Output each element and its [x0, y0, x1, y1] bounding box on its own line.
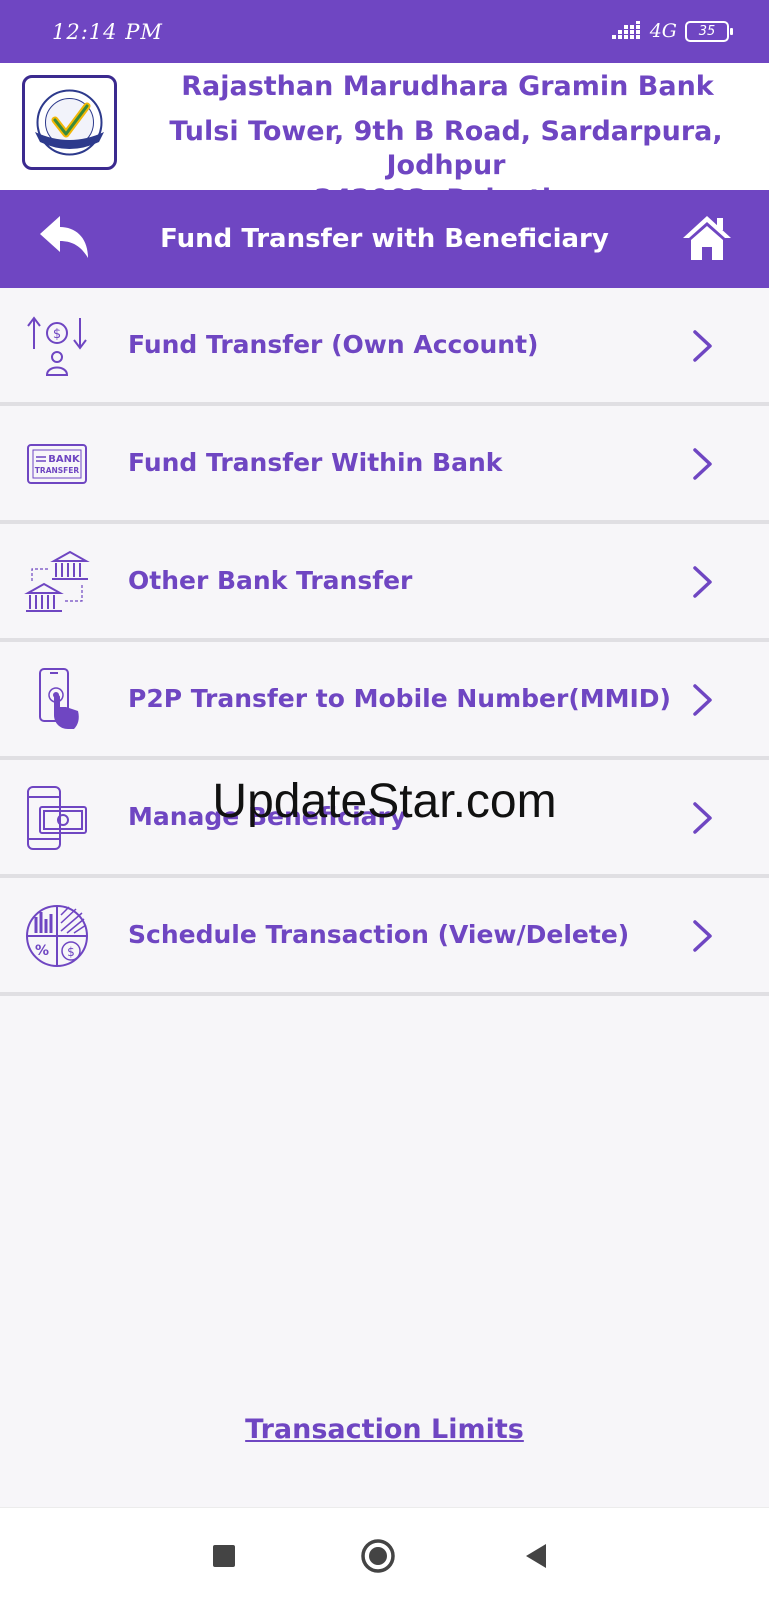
bank-logo-icon [35, 89, 104, 156]
bank-address-line1: Tulsi Tower, 9th B Road, Sardarpura, Jod… [169, 116, 723, 181]
menu-item-within-bank-transfer[interactable]: BANK TRANSFER Fund Transfer Within Bank [0, 406, 769, 524]
chevron-right-icon [693, 330, 712, 362]
bank-transfer-icon-text-1: BANK [48, 454, 81, 465]
title-bar: Fund Transfer with Beneficiary [0, 190, 769, 288]
home-icon [683, 216, 731, 260]
menu-item-label: Fund Transfer (Own Account) [128, 330, 539, 359]
menu-item-own-account-transfer[interactable]: $ Fund Transfer (Own Account) [0, 288, 769, 406]
bank-transfer-icon: BANK TRANSFER [27, 444, 87, 484]
chevron-right-icon [693, 684, 712, 716]
page-title: Fund Transfer with Beneficiary [160, 224, 609, 254]
bank-logo [22, 75, 117, 170]
menu-item-other-bank-transfer[interactable]: Other Bank Transfer [0, 524, 769, 642]
watermark-text: UpdateStar.com [212, 775, 557, 828]
status-indicators: 4G 35 [611, 20, 733, 42]
bank-to-bank-icon [24, 550, 90, 612]
battery-icon: 35 [685, 20, 733, 42]
back-triangle-icon[interactable] [516, 1536, 556, 1576]
chevron-right-icon [693, 920, 712, 952]
transfer-money-icon: $ [27, 316, 87, 376]
menu-item-label: Other Bank Transfer [128, 566, 413, 595]
network-type: 4G [649, 20, 677, 42]
menu-item-label: Fund Transfer Within Bank [128, 448, 503, 477]
system-nav-bar [0, 1507, 769, 1600]
menu-item-p2p-mmid-transfer[interactable]: P2P Transfer to Mobile Number(MMID) [0, 642, 769, 760]
transfer-menu: $ Fund Transfer (Own Account) BANK TRANS… [0, 288, 769, 996]
transaction-limits-link[interactable]: Transaction Limits [0, 1414, 769, 1445]
bank-name: Rajasthan Marudhara Gramin Bank [181, 71, 714, 102]
status-time: 12:14 PM [52, 20, 163, 44]
home-button[interactable] [679, 210, 735, 266]
battery-level: 35 [698, 23, 716, 39]
recent-apps-icon[interactable] [204, 1536, 244, 1576]
bank-header: Rajasthan Marudhara Gramin Bank Tulsi To… [0, 63, 769, 215]
mobile-tap-icon [39, 668, 79, 729]
svg-text:%: % [35, 943, 49, 959]
menu-item-schedule-transaction[interactable]: % $ Schedule Transaction (View/Delete) [0, 878, 769, 996]
menu-item-label: P2P Transfer to Mobile Number(MMID) [128, 684, 671, 713]
svg-text:$: $ [67, 945, 75, 959]
pie-chart-icon: % $ [26, 905, 88, 967]
svg-text:$: $ [53, 327, 61, 342]
chevron-right-icon [693, 448, 712, 480]
bank-transfer-icon-text-2: TRANSFER [35, 466, 80, 475]
status-bar: 12:14 PM 4G 35 [0, 0, 769, 63]
chevron-right-icon [693, 566, 712, 598]
home-circle-icon[interactable] [358, 1536, 398, 1576]
menu-item-label: Schedule Transaction (View/Delete) [128, 920, 630, 949]
signal-icon [611, 21, 640, 39]
